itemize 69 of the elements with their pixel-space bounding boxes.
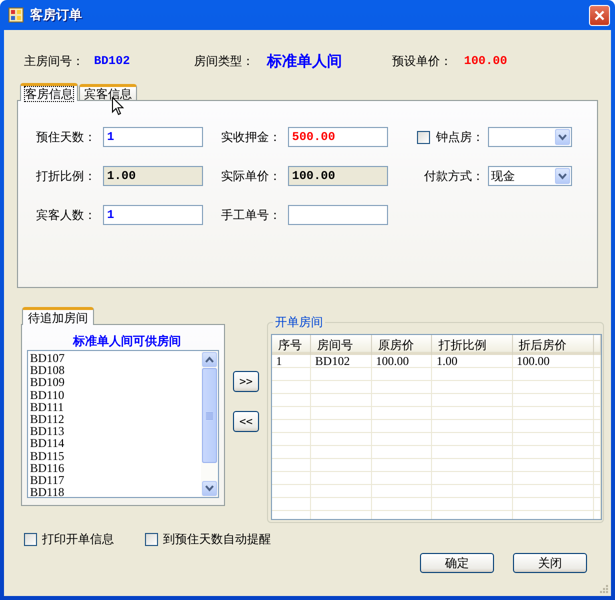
field-label: 预住天数： bbox=[36, 128, 97, 146]
table-cell: 100.00 bbox=[512, 355, 594, 368]
field-label: 钟点房： bbox=[436, 128, 484, 146]
input-field[interactable]: 1 bbox=[103, 205, 203, 225]
list-item[interactable]: BD112 bbox=[30, 413, 199, 426]
field-label: 手工单号： bbox=[221, 206, 282, 224]
list-item[interactable]: BD111 bbox=[30, 400, 199, 414]
list-item[interactable]: BD113 bbox=[30, 425, 199, 438]
checkbox-label: 到预住天数自动提醒 bbox=[163, 530, 271, 548]
list-item[interactable]: BD115 bbox=[30, 450, 199, 462]
window-title: 客房订单 bbox=[30, 6, 82, 24]
field-label: 打折比例： bbox=[36, 168, 97, 184]
list-item[interactable]: BD107 bbox=[30, 352, 199, 364]
column-header[interactable]: 序号 bbox=[272, 335, 311, 355]
tab[interactable]: 客房信息 bbox=[20, 83, 78, 101]
list-item[interactable]: BD117 bbox=[30, 474, 199, 486]
input-field[interactable]: 500.00 bbox=[288, 127, 388, 147]
close-icon bbox=[594, 10, 605, 20]
resize-grip-icon[interactable] bbox=[599, 584, 609, 594]
scroll-down-icon[interactable] bbox=[202, 481, 217, 496]
scroll-thumb[interactable] bbox=[202, 368, 217, 463]
field-value: 标准单人间 bbox=[267, 52, 343, 70]
scroll-up-icon[interactable] bbox=[202, 352, 217, 367]
list-item[interactable]: BD108 bbox=[30, 364, 199, 376]
field-value: BD102 bbox=[94, 54, 132, 68]
field-label: 房间类型： bbox=[194, 52, 255, 70]
app-icon bbox=[8, 7, 24, 23]
move-button[interactable]: >> bbox=[233, 371, 259, 392]
field-label: 主房间号： bbox=[24, 52, 85, 70]
field-label: 宾客人数： bbox=[36, 206, 97, 224]
table-cell: 1.00 bbox=[432, 355, 512, 368]
field-label: 预设单价： bbox=[392, 52, 453, 70]
tab[interactable]: 宾客信息 bbox=[79, 84, 137, 100]
order-table[interactable]: 序号 房间号 原房价 打折比例 折后房价 1 BD102 100.00 1.00 100.00 bbox=[271, 334, 602, 520]
input-field[interactable] bbox=[288, 205, 388, 225]
field-label: 实收押金： bbox=[221, 128, 282, 146]
room-list[interactable]: BD107 BD108 BD109 BD110 BD111 BD112 BD113 BD114 BD115 BD116 BD117 BD118 bbox=[27, 350, 219, 498]
column-header[interactable]: 原房价 bbox=[371, 335, 432, 355]
column-header[interactable]: 打折比例 bbox=[432, 335, 512, 355]
list-item[interactable]: BD114 bbox=[30, 437, 199, 450]
checkbox[interactable] bbox=[24, 532, 37, 546]
move-button[interactable]: << bbox=[233, 411, 259, 432]
list-item[interactable]: BD110 bbox=[30, 388, 199, 401]
list-item[interactable]: BD109 bbox=[30, 376, 199, 389]
list-title: 标准单人间可供房间 bbox=[72, 333, 182, 350]
table-cell: 1 bbox=[272, 355, 311, 368]
field-label: 实际单价： bbox=[221, 168, 282, 184]
dropdown[interactable]: 现金 bbox=[488, 166, 572, 186]
checkbox[interactable] bbox=[417, 130, 430, 144]
scrollbar[interactable] bbox=[201, 351, 218, 497]
close-button[interactable] bbox=[589, 4, 610, 26]
checkbox[interactable] bbox=[145, 532, 158, 546]
group-title: 开单房间 bbox=[273, 315, 325, 329]
input-field[interactable]: 1 bbox=[103, 127, 203, 147]
field-label: 付款方式： bbox=[424, 168, 484, 184]
table-cell: 100.00 bbox=[371, 355, 432, 368]
dialog-button[interactable]: 确定 bbox=[420, 553, 494, 573]
tab[interactable]: 待追加房间 bbox=[22, 307, 94, 325]
list-item[interactable]: BD118 bbox=[30, 486, 199, 497]
input-field[interactable]: 100.00 bbox=[288, 166, 388, 186]
dialog-button[interactable]: 关闭 bbox=[513, 553, 587, 573]
table-cell: BD102 bbox=[310, 355, 372, 368]
dropdown[interactable] bbox=[488, 127, 572, 147]
input-field[interactable]: 1.00 bbox=[103, 166, 203, 186]
checkbox-label: 打印开单信息 bbox=[42, 530, 114, 548]
field-value: 100.00 bbox=[464, 54, 508, 68]
column-header[interactable]: 房间号 bbox=[310, 335, 372, 355]
column-header[interactable]: 折后房价 bbox=[512, 335, 594, 355]
list-item[interactable]: BD116 bbox=[30, 462, 199, 474]
